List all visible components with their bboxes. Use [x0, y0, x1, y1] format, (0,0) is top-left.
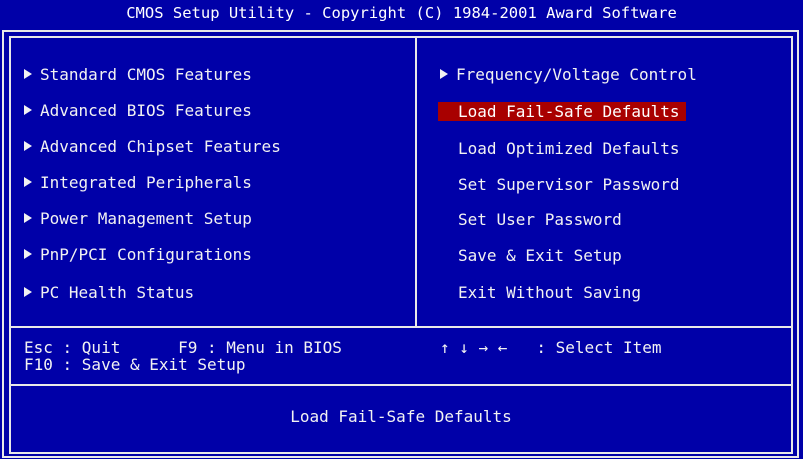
menu-item-save-exit-setup[interactable]: Save & Exit Setup — [458, 243, 622, 269]
menu-help-divider — [11, 326, 791, 328]
menu-item-pnp-pci-configurations[interactable]: PnP/PCI Configurations — [24, 242, 252, 268]
menu-item-label: Standard CMOS Features — [40, 65, 252, 84]
menu-item-load-fail-safe-defaults[interactable]: Load Fail-Safe Defaults — [438, 99, 686, 125]
menu-item-label: Advanced BIOS Features — [40, 101, 252, 120]
help-status-divider — [11, 384, 791, 386]
menu-item-power-management-setup[interactable]: Power Management Setup — [24, 206, 252, 232]
menu-item-advanced-chipset-features[interactable]: Advanced Chipset Features — [24, 134, 281, 160]
submenu-arrow-icon — [24, 176, 32, 187]
menu-item-label: Frequency/Voltage Control — [456, 65, 697, 84]
selected-menu-item-label: Load Fail-Safe Defaults — [438, 102, 686, 121]
submenu-arrow-icon — [440, 68, 448, 79]
menu-item-exit-without-saving[interactable]: Exit Without Saving — [458, 280, 641, 306]
menu-item-pc-health-status[interactable]: PC Health Status — [24, 280, 194, 306]
menu-item-label: PnP/PCI Configurations — [40, 245, 252, 264]
menu-item-label: Set User Password — [458, 210, 622, 229]
menu-item-label: Load Optimized Defaults — [458, 139, 680, 158]
menu-item-advanced-bios-features[interactable]: Advanced BIOS Features — [24, 98, 252, 124]
help-navigation-hint: ↑ ↓ → ← : Select Item — [440, 338, 662, 357]
submenu-arrow-icon — [24, 68, 32, 79]
menu-item-label: Exit Without Saving — [458, 283, 642, 302]
menu-item-label: Save & Exit Setup — [458, 246, 622, 265]
submenu-arrow-icon — [24, 104, 32, 115]
menu-item-label: Power Management Setup — [40, 209, 252, 228]
menu-item-label: PC Health Status — [40, 283, 195, 302]
submenu-arrow-icon — [24, 248, 32, 259]
menu-item-label: Integrated Peripherals — [40, 173, 252, 192]
menu-item-label: Set Supervisor Password — [458, 175, 680, 194]
help-save-exit-line: F10 : Save & Exit Setup — [24, 355, 246, 374]
menu-column-divider — [415, 38, 417, 327]
title-bar: CMOS Setup Utility - Copyright (C) 1984-… — [0, 0, 803, 27]
menu-item-frequency-voltage-control[interactable]: Frequency/Voltage Control — [440, 62, 697, 88]
submenu-arrow-icon — [24, 286, 32, 297]
item-help-status: Load Fail-Safe Defaults — [290, 407, 512, 426]
submenu-arrow-icon — [24, 212, 32, 223]
menu-item-set-user-password[interactable]: Set User Password — [458, 207, 622, 233]
menu-item-standard-cmos-features[interactable]: Standard CMOS Features — [24, 62, 252, 88]
menu-item-label: Advanced Chipset Features — [40, 137, 281, 156]
menu-item-integrated-peripherals[interactable]: Integrated Peripherals — [24, 170, 252, 196]
menu-item-set-supervisor-password[interactable]: Set Supervisor Password — [458, 172, 680, 198]
submenu-arrow-icon — [24, 140, 32, 151]
menu-item-load-optimized-defaults[interactable]: Load Optimized Defaults — [458, 136, 680, 162]
